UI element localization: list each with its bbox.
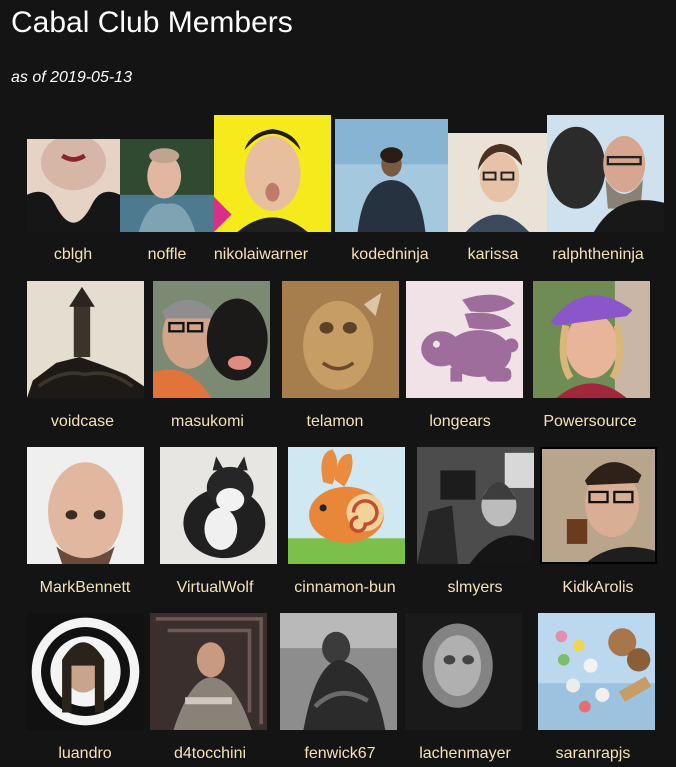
member-card-karissa[interactable]: karissa	[440, 133, 547, 269]
member-card-powersource[interactable]: Powersource	[525, 281, 655, 431]
member-card-nikolaiwarner[interactable]: nikolaiwarner	[206, 115, 331, 269]
member-name: saranrapjs	[555, 745, 631, 762]
member-card-luandro[interactable]: luandro	[20, 613, 150, 767]
avatar-longears	[406, 281, 523, 398]
page-title: Cabal Club Members	[11, 6, 293, 39]
avatar-saranrapjs	[538, 613, 655, 730]
member-card-markbennett[interactable]: MarkBennett	[20, 447, 150, 597]
avatar-fenwick67	[280, 613, 397, 730]
member-name: lachenmayer	[419, 745, 511, 762]
avatar-kodedninja	[335, 119, 448, 232]
avatar-virtualwolf	[160, 447, 277, 564]
avatar-voidcase	[27, 281, 144, 398]
avatar-ralphtheninja	[547, 115, 664, 232]
member-card-lachenmayer[interactable]: lachenmayer	[400, 613, 530, 767]
page-subtitle: as of 2019-05-13	[11, 69, 132, 86]
avatar-kidkarolis	[540, 447, 657, 564]
avatar-masukomi	[153, 281, 270, 398]
avatar-slmyers	[417, 447, 534, 564]
avatar-luandro	[27, 613, 144, 730]
member-card-cblgh[interactable]: cblgh	[20, 139, 126, 269]
member-card-voidcase[interactable]: voidcase	[20, 281, 145, 431]
member-name: fenwick67	[304, 745, 376, 762]
member-name: d4tocchini	[173, 745, 247, 762]
member-name: karissa	[467, 246, 519, 263]
avatar-karissa	[448, 133, 547, 232]
member-name: nikolaiwarner	[213, 246, 309, 263]
member-card-kidkarolis[interactable]: KidkArolis	[540, 447, 657, 597]
member-card-virtualwolf[interactable]: VirtualWolf	[150, 447, 280, 597]
member-card-kodedninja[interactable]: kodedninja	[326, 119, 454, 269]
avatar-d4tocchini	[150, 613, 267, 730]
member-name: VirtualWolf	[176, 579, 254, 596]
member-card-d4tocchini[interactable]: d4tocchini	[145, 613, 275, 767]
member-card-masukomi[interactable]: masukomi	[145, 281, 270, 431]
avatar-noffle	[120, 139, 214, 232]
member-card-telamon[interactable]: telamon	[275, 281, 399, 431]
member-name: masukomi	[171, 413, 244, 430]
member-name: luandro	[58, 745, 112, 762]
member-name: telamon	[306, 413, 364, 430]
member-card-fenwick67[interactable]: fenwick67	[275, 613, 405, 767]
avatar-markbennett	[27, 447, 144, 564]
avatar-lachenmayer	[405, 613, 522, 730]
member-card-ralphtheninja[interactable]: ralphtheninja	[540, 115, 664, 269]
avatar-nikolaiwarner	[214, 115, 331, 232]
avatar-cblgh	[27, 139, 120, 232]
member-name: MarkBennett	[39, 579, 131, 596]
avatar-powersource	[533, 281, 650, 398]
avatar-telamon	[282, 281, 399, 398]
member-name: ralphtheninja	[552, 246, 644, 263]
member-name: cinnamon-bun	[294, 579, 396, 596]
member-card-cinnamon-bun[interactable]: cinnamon-bun	[280, 447, 410, 597]
member-name: kodedninja	[351, 246, 429, 263]
member-name: KidkArolis	[562, 579, 634, 596]
member-card-longears[interactable]: longears	[395, 281, 525, 431]
avatar-cinnamon-bun	[288, 447, 405, 564]
member-name: Powersource	[543, 413, 637, 430]
member-name: slmyers	[447, 579, 503, 596]
member-card-saranrapjs[interactable]: saranrapjs	[530, 613, 656, 767]
member-name: cblgh	[53, 246, 93, 263]
member-card-slmyers[interactable]: slmyers	[410, 447, 540, 597]
member-name: longears	[429, 413, 491, 430]
